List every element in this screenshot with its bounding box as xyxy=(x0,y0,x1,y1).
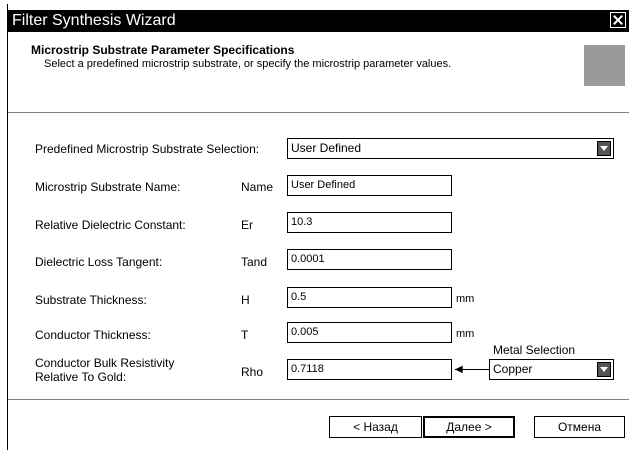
substrate-thickness-unit: mm xyxy=(456,293,475,305)
conductor-thickness-field[interactable]: 0.005 xyxy=(287,322,452,343)
loss-tangent-label: Dielectric Loss Tangent: xyxy=(35,255,163,269)
close-icon[interactable] xyxy=(610,12,626,28)
header-graphic xyxy=(584,45,625,86)
resistivity-label-line1: Conductor Bulk Resistivity xyxy=(35,356,175,370)
page-description: Select a predefined microstrip substrate… xyxy=(44,58,452,70)
substrate-name-label: Microstrip Substrate Name: xyxy=(35,180,181,194)
substrate-thickness-label: Substrate Thickness: xyxy=(35,293,147,307)
substrate-name-symbol: Name xyxy=(241,180,274,194)
cancel-button[interactable]: Отмена xyxy=(534,416,625,438)
resistivity-symbol: Rho xyxy=(241,365,264,379)
loss-tangent-symbol: Tand xyxy=(241,255,268,269)
substrate-name-field[interactable]: User Defined xyxy=(287,175,452,196)
title-bar[interactable]: Filter Synthesis Wizard xyxy=(8,10,629,32)
connector-line xyxy=(455,369,490,370)
metal-selection-select[interactable]: Copper xyxy=(489,359,614,380)
wizard-window: Filter Synthesis Wizard Microstrip Subst… xyxy=(7,4,629,451)
back-button[interactable]: < Назад xyxy=(329,416,422,438)
wizard-header: Microstrip Substrate Parameter Specifica… xyxy=(8,32,629,113)
substrate-thickness-field[interactable]: 0.5 xyxy=(287,287,452,308)
dielectric-constant-field[interactable]: 10.3 xyxy=(287,212,452,233)
conductor-thickness-symbol: T xyxy=(241,328,249,342)
dielectric-constant-label: Relative Dielectric Constant: xyxy=(35,218,186,232)
conductor-thickness-label: Conductor Thickness: xyxy=(35,328,151,342)
wizard-footer: < Назад Далее > Отмена xyxy=(8,399,629,451)
resistivity-label-line2: Relative To Gold: xyxy=(35,370,127,384)
metal-selection-label: Metal Selection xyxy=(493,343,576,357)
form-panel: Predefined Microstrip Substrate Selectio… xyxy=(8,113,629,399)
loss-tangent-field[interactable]: 0.0001 xyxy=(287,249,452,270)
next-button[interactable]: Далее > xyxy=(423,416,515,438)
resistivity-field[interactable]: 0.7118 xyxy=(287,359,452,380)
predefined-substrate-label: Predefined Microstrip Substrate Selectio… xyxy=(35,142,260,156)
window-title: Filter Synthesis Wizard xyxy=(12,12,176,29)
page-title: Microstrip Substrate Parameter Specifica… xyxy=(31,43,295,57)
metal-selection-value: Copper xyxy=(493,362,533,376)
chevron-down-icon[interactable] xyxy=(597,362,611,377)
predefined-substrate-value: User Defined xyxy=(291,141,362,155)
conductor-thickness-unit: mm xyxy=(456,328,475,340)
predefined-substrate-select[interactable]: User Defined xyxy=(287,138,614,159)
chevron-down-icon[interactable] xyxy=(597,141,611,156)
dielectric-constant-symbol: Er xyxy=(241,218,253,232)
substrate-thickness-symbol: H xyxy=(241,293,250,307)
